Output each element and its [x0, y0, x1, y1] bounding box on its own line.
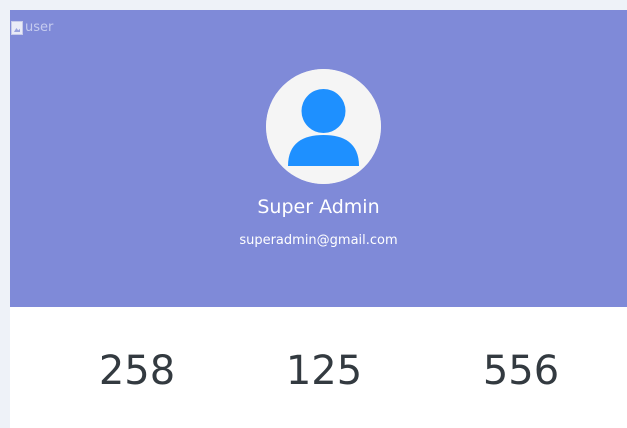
broken-image-alt-text: user — [25, 20, 54, 35]
user-email: superadmin@gmail.com — [239, 233, 398, 248]
user-name: Super Admin — [257, 196, 380, 218]
stat-value-3: 556 — [482, 348, 560, 394]
profile-header: user Super Admin superadmin@gmail.com — [10, 10, 627, 307]
stat-value-2: 125 — [285, 348, 363, 394]
stat-value-1: 258 — [98, 348, 176, 394]
profile-card: user Super Admin superadmin@gmail.com 25… — [10, 10, 627, 428]
stats-row: 258 125 556 — [10, 307, 627, 428]
broken-image-icon — [11, 21, 23, 35]
broken-user-image: user — [11, 20, 53, 36]
user-avatar-icon — [266, 69, 381, 184]
